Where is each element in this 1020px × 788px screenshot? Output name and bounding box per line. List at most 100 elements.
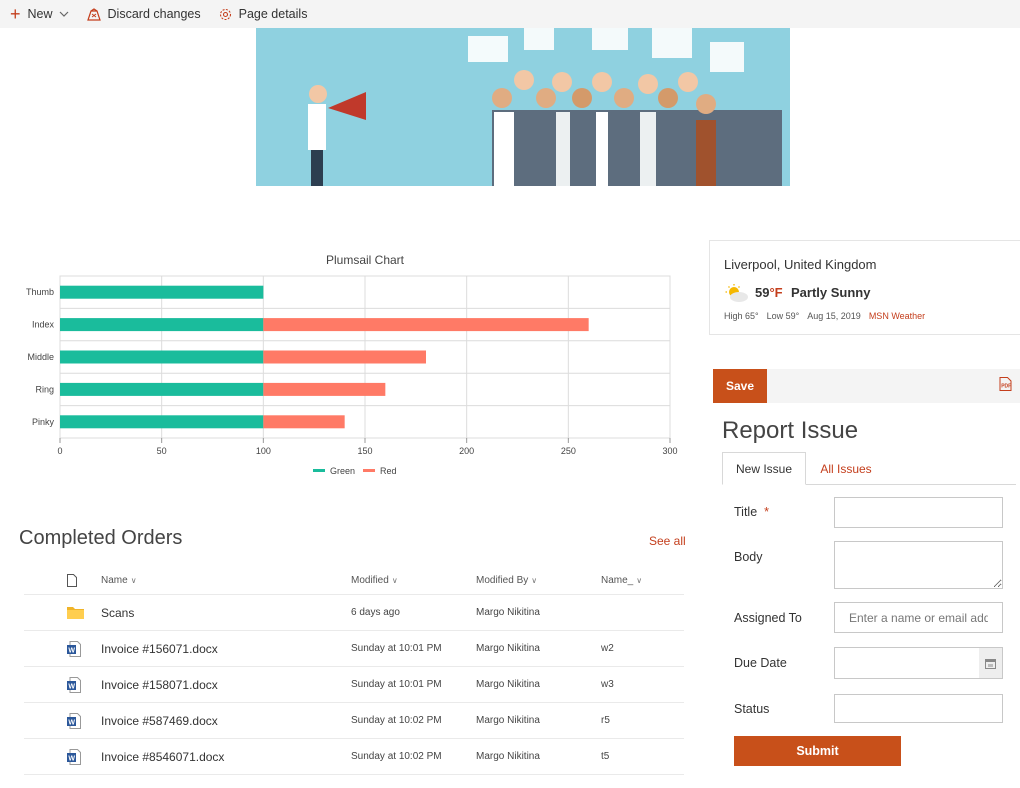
new-button[interactable]: + New <box>0 0 77 28</box>
calendar-icon <box>985 658 996 669</box>
modified-by-cell: Margo Nikitina <box>476 607 540 618</box>
plus-icon: + <box>10 4 21 24</box>
x-tick-label: 250 <box>561 446 576 456</box>
modified-cell: Sunday at 10:01 PM <box>351 643 442 654</box>
name2-cell: w2 <box>601 643 614 654</box>
column-header-name2[interactable]: Name_ ∨ <box>601 575 684 586</box>
submit-button[interactable]: Submit <box>734 736 901 766</box>
word-doc-icon: W <box>24 712 101 729</box>
status-input[interactable] <box>834 694 1003 723</box>
weather-widget: Liverpool, United Kingdom 59°F Partly Su… <box>709 240 1020 335</box>
table-row[interactable]: W Invoice #158071.docx Sunday at 10:01 PM M… <box>24 667 684 703</box>
table-row[interactable]: W Invoice #156071.docx Sunday at 10:01 PM M… <box>24 631 684 667</box>
weather-location: Liverpool, United Kingdom <box>724 257 877 272</box>
hero-banner-image <box>256 28 790 186</box>
x-tick-label: 300 <box>662 446 677 456</box>
modified-by-cell: Margo Nikitina <box>476 715 540 726</box>
chart-canvas: Plumsail Chart 0 50 100 150 200 250 300 Thumb Ind… <box>26 253 678 476</box>
body-field-label: Body <box>734 550 763 564</box>
bar-green <box>60 382 264 396</box>
column-header-name[interactable]: Name ∨ <box>101 575 351 586</box>
bar-red <box>263 318 589 332</box>
file-name-link[interactable]: Scans <box>101 606 351 620</box>
bar-red <box>263 350 426 364</box>
weather-low: Low 59° <box>766 311 800 321</box>
plumsail-chart: Plumsail Chart 0 50 100 150 200 250 300 Thumb Ind… <box>10 246 690 482</box>
file-name-link[interactable]: Invoice #587469.docx <box>101 714 351 728</box>
weather-date: Aug 15, 2019 <box>807 311 861 321</box>
chevron-down-icon: ∨ <box>391 575 398 585</box>
modified-by-cell: Margo Nikitina <box>476 643 540 654</box>
gear-icon <box>219 8 232 21</box>
legend-swatch-red <box>363 469 375 472</box>
x-tick-label: 50 <box>157 446 167 456</box>
table-row[interactable]: W Invoice #587469.docx Sunday at 10:02 PM M… <box>24 703 684 739</box>
due-date-input[interactable] <box>834 647 980 679</box>
discard-changes-button[interactable]: Discard changes <box>77 0 209 28</box>
bar-green <box>60 350 264 364</box>
file-name-link[interactable]: Invoice #158071.docx <box>101 678 351 692</box>
orders-title: Completed Orders <box>19 527 183 549</box>
svg-text:W: W <box>68 719 75 726</box>
folder-icon <box>24 606 101 619</box>
form-tabs: New Issue All Issues <box>722 452 1016 485</box>
calendar-button[interactable] <box>979 647 1003 679</box>
modified-by-cell: Margo Nikitina <box>476 679 540 690</box>
weather-high: High 65° <box>724 311 759 321</box>
see-all-link[interactable]: See all <box>649 534 686 548</box>
word-doc-icon: W <box>24 748 101 765</box>
tab-all-issues[interactable]: All Issues <box>806 452 886 485</box>
chevron-down-icon: ∨ <box>531 575 538 585</box>
pdf-export-icon[interactable]: PDF <box>999 377 1012 396</box>
weather-source-link[interactable]: MSN Weather <box>869 311 925 321</box>
x-tick-label: 150 <box>357 446 372 456</box>
form-title: Report Issue <box>722 417 859 444</box>
table-row[interactable]: Scans 6 days ago Margo Nikitina <box>24 595 684 631</box>
y-tick-label: Ring <box>35 384 54 394</box>
document-icon <box>67 573 77 587</box>
column-header-modified-by[interactable]: Modified By ∨ <box>476 575 601 586</box>
chevron-down-icon: ∨ <box>130 575 137 585</box>
table-row[interactable]: W Invoice #8546071.docx Sunday at 10:02 PM… <box>24 739 684 775</box>
title-field-label: Title * <box>734 505 770 519</box>
tab-new-issue[interactable]: New Issue <box>722 452 806 485</box>
title-input[interactable] <box>834 497 1003 528</box>
required-marker: * <box>764 505 770 519</box>
name2-cell: w3 <box>601 679 614 690</box>
page-details-button[interactable]: Page details <box>209 0 316 28</box>
y-tick-label: Middle <box>27 352 54 362</box>
assigned-to-input[interactable] <box>834 602 1003 633</box>
modified-cell: Sunday at 10:01 PM <box>351 679 442 690</box>
modified-cell: Sunday at 10:02 PM <box>351 715 442 726</box>
document-library: Name ∨ Modified ∨ Modified By ∨ Name_ ∨ Scan… <box>24 566 684 775</box>
weather-temperature: 59°F <box>755 285 783 300</box>
svg-text:PDF: PDF <box>1001 384 1011 390</box>
x-tick-label: 100 <box>256 446 271 456</box>
file-name-link[interactable]: Invoice #8546071.docx <box>101 750 351 764</box>
file-name-link[interactable]: Invoice #156071.docx <box>101 642 351 656</box>
svg-text:W: W <box>68 683 75 690</box>
partly-sunny-icon <box>724 283 750 308</box>
legend-label-green: Green <box>330 466 355 476</box>
chevron-down-icon <box>59 9 69 20</box>
column-header-modified[interactable]: Modified ∨ <box>351 575 476 586</box>
bar-green <box>60 285 264 299</box>
discard-icon <box>86 7 101 21</box>
y-tick-label: Thumb <box>26 287 54 297</box>
bar-green <box>60 318 264 332</box>
bar-green <box>60 415 264 429</box>
file-type-column-header[interactable] <box>24 573 101 587</box>
word-doc-icon: W <box>24 640 101 657</box>
new-label: New <box>27 7 53 21</box>
x-tick-label: 200 <box>459 446 474 456</box>
save-button[interactable]: Save <box>713 369 767 403</box>
assigned-to-field-label: Assigned To <box>734 611 802 625</box>
svg-text:W: W <box>68 647 75 654</box>
legend-label-red: Red <box>380 466 397 476</box>
word-doc-icon: W <box>24 676 101 693</box>
form-toolbar: Save PDF <box>713 369 1020 403</box>
modified-cell: Sunday at 10:02 PM <box>351 751 442 762</box>
body-textarea[interactable] <box>834 541 1003 589</box>
name2-cell: t5 <box>601 751 610 762</box>
bar-red <box>263 382 386 396</box>
